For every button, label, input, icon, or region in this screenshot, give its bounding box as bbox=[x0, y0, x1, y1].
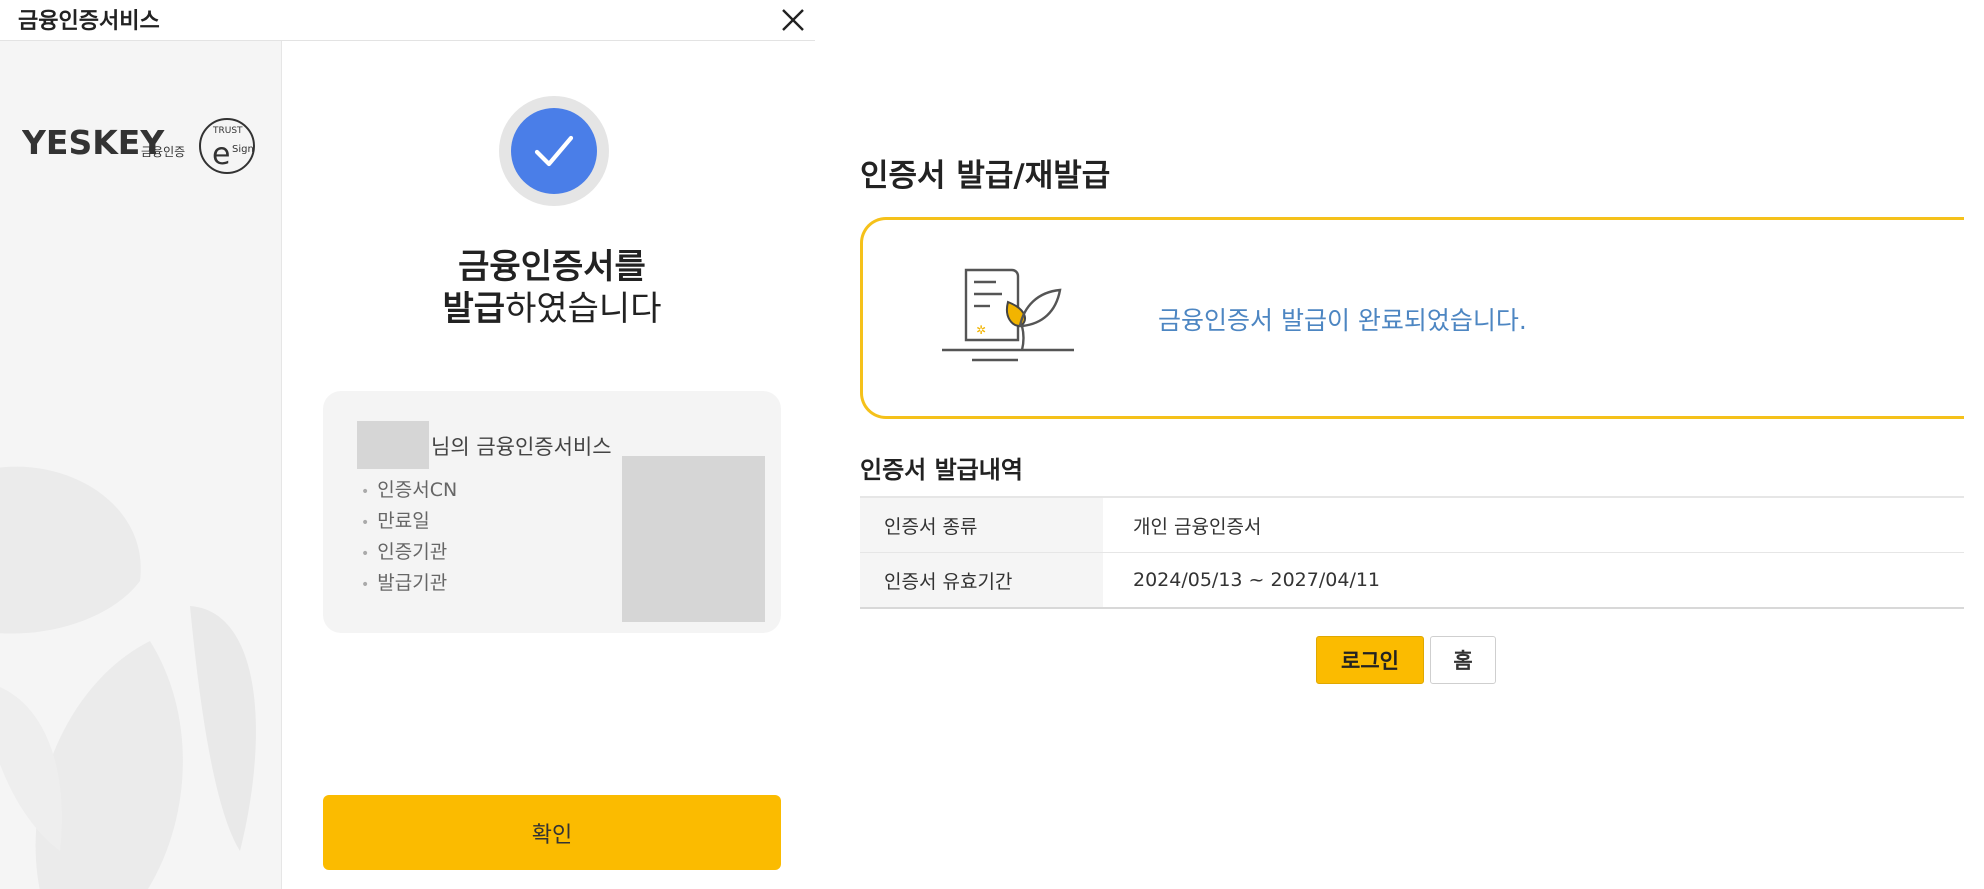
svg-text:✲: ✲ bbox=[976, 323, 986, 337]
logo-sub: 금융인증 bbox=[141, 145, 185, 159]
success-headline: 금융인증서를 발급하였습니다 bbox=[442, 247, 662, 329]
row-value: 2024/05/13 ~ 2027/04/11 bbox=[1103, 552, 1964, 608]
dialog-title: 금융인증서비스 bbox=[18, 9, 160, 34]
check-icon bbox=[534, 135, 574, 167]
table-row: 인증서 종류 개인 금융인증서 bbox=[860, 497, 1964, 553]
home-button[interactable]: 홈 bbox=[1430, 636, 1496, 684]
list-item: 인증서CN bbox=[361, 475, 457, 506]
issuance-detail-table: 인증서 종류 개인 금융인증서 인증서 유효기간 2024/05/13 ~ 20… bbox=[860, 496, 1964, 609]
redacted-user-name bbox=[357, 421, 429, 469]
yeskey-logo: YESKEY 금융인증 TRUST e Sign bbox=[22, 118, 255, 174]
issuance-page: 인증서 발급/재발급 ✲ 금융인증서 발급이 완료되었습니다. 인증서 발급내역… bbox=[860, 0, 1984, 889]
certificate-dialog: 금융인증서비스 YESKEY 금융인증 TRUST e Sign 금융인증서를 … bbox=[0, 0, 815, 889]
completion-notice: ✲ 금융인증서 발급이 완료되었습니다. bbox=[860, 217, 1964, 419]
row-label: 인증서 유효기간 bbox=[860, 552, 1103, 608]
dialog-sidebar: YESKEY 금융인증 TRUST e Sign bbox=[0, 41, 282, 889]
table-row: 인증서 유효기간 2024/05/13 ~ 2027/04/11 bbox=[860, 552, 1964, 608]
certificate-field-list: 인증서CN 만료일 인증기관 발급기관 bbox=[361, 475, 457, 599]
dialog-main: 금융인증서를 발급하였습니다 님의 금융인증서비스 인증서CN 만료일 인증기관… bbox=[282, 41, 815, 889]
dialog-header: 금융인증서비스 bbox=[0, 0, 815, 41]
confirm-button[interactable]: 확인 bbox=[323, 795, 781, 870]
decorative-leaf-pattern bbox=[0, 466, 256, 889]
certificate-leaf-icon: ✲ bbox=[942, 268, 1074, 362]
close-icon bbox=[782, 9, 804, 31]
row-value: 개인 금융인증서 bbox=[1133, 515, 1262, 538]
page-title: 인증서 발급/재발급 bbox=[860, 158, 1111, 194]
row-label: 인증서 종류 bbox=[860, 497, 1103, 553]
logo-badge-top: TRUST bbox=[212, 126, 243, 136]
logo-badge-sub: Sign bbox=[232, 144, 254, 155]
list-item: 발급기관 bbox=[361, 568, 457, 599]
list-item: 인증기관 bbox=[361, 537, 457, 568]
completion-message: 금융인증서 발급이 완료되었습니다. bbox=[1158, 306, 1527, 335]
redacted-field-values bbox=[622, 456, 765, 622]
logo-badge-mark: e bbox=[212, 137, 230, 172]
history-title: 인증서 발급내역 bbox=[860, 456, 1023, 484]
list-item: 만료일 bbox=[361, 506, 457, 537]
login-button[interactable]: 로그인 bbox=[1316, 636, 1424, 684]
close-button[interactable] bbox=[776, 3, 810, 37]
success-badge bbox=[499, 96, 609, 206]
certificate-info-card: 님의 금융인증서비스 인증서CN 만료일 인증기관 발급기관 bbox=[323, 391, 781, 633]
card-title: 님의 금융인증서비스 bbox=[431, 435, 612, 459]
